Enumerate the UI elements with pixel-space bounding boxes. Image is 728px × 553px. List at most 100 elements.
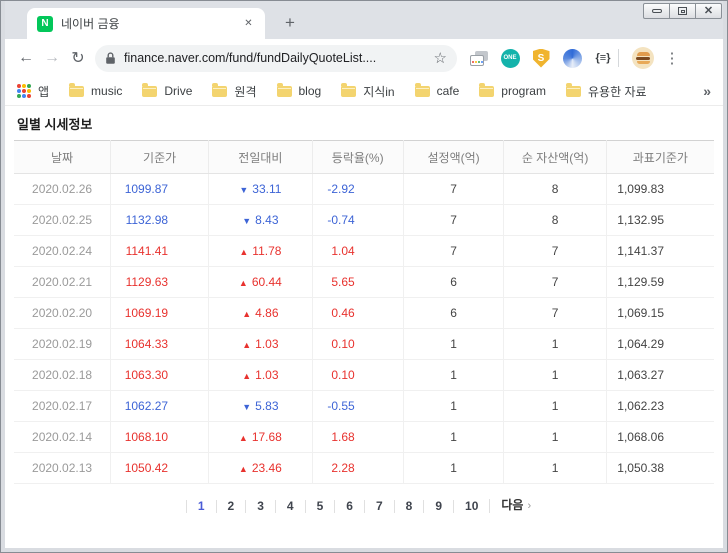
cell-tax-base-price: 1,069.15: [606, 298, 714, 329]
bookmark-label: Drive: [164, 84, 192, 98]
back-button[interactable]: ←: [13, 45, 39, 71]
maximize-button[interactable]: [669, 3, 696, 19]
cell-tax-base-price: 1,099.83: [606, 174, 714, 205]
cell-tax-base-price: 1,129.59: [606, 267, 714, 298]
cell-date: 2020.02.24: [14, 236, 111, 267]
cell-setup-amount: 7: [403, 174, 504, 205]
trend-up-icon: ▲: [242, 340, 251, 350]
column-header: 전일대비: [209, 141, 313, 174]
cell-net-asset: 7: [504, 267, 606, 298]
cell-rate: 2.28: [312, 453, 403, 484]
cell-net-asset: 1: [504, 391, 606, 422]
cell-net-asset: 1: [504, 360, 606, 391]
forward-button[interactable]: →: [39, 45, 65, 71]
lock-icon: [105, 52, 116, 65]
page-button-5[interactable]: 5: [305, 500, 335, 513]
cell-change: ▲23.46: [209, 453, 313, 484]
page-button-8[interactable]: 8: [394, 500, 424, 513]
braces-extension-icon[interactable]: {≡}: [593, 48, 613, 68]
table-row: 2020.02.211129.63▲60.445.65671,129.59: [14, 267, 714, 298]
chrome-menu-icon[interactable]: ⋮: [662, 49, 682, 67]
new-tab-button[interactable]: +: [277, 10, 303, 36]
page-button-2[interactable]: 2: [216, 500, 246, 513]
close-button[interactable]: ✕: [695, 3, 722, 19]
screen-capture-extension-icon[interactable]: [469, 48, 489, 68]
bookmark-star-icon[interactable]: ☆: [434, 49, 447, 67]
cell-date: 2020.02.13: [14, 453, 111, 484]
reload-button[interactable]: ↻: [65, 45, 91, 71]
page-button-7[interactable]: 7: [364, 500, 394, 513]
bookmark-folder[interactable]: cafe: [415, 84, 460, 98]
bookmark-label: 원격: [234, 83, 256, 100]
page-title: 일별 시세정보: [17, 114, 714, 133]
bookmark-folder[interactable]: music: [69, 84, 122, 98]
cell-price: 1141.41: [111, 236, 209, 267]
cell-setup-amount: 1: [403, 391, 504, 422]
cell-price: 1099.87: [111, 174, 209, 205]
tab-close-icon[interactable]: ✕: [240, 15, 257, 32]
table-row: 2020.02.171062.27▼5.83-0.55111,062.23: [14, 391, 714, 422]
cell-date: 2020.02.19: [14, 329, 111, 360]
table-row: 2020.02.191064.33▲1.030.10111,064.29: [14, 329, 714, 360]
cell-rate: 5.65: [312, 267, 403, 298]
one-extension-icon[interactable]: ONE: [500, 48, 520, 68]
cell-tax-base-price: 1,132.95: [606, 205, 714, 236]
folder-icon: [341, 86, 356, 97]
cell-change: ▲11.78: [209, 236, 313, 267]
address-bar[interactable]: finance.naver.com/fund/fundDailyQuoteLis…: [95, 45, 457, 72]
page-button-9[interactable]: 9: [423, 500, 453, 513]
bookmark-folder[interactable]: 지식in: [341, 83, 394, 100]
cell-date: 2020.02.25: [14, 205, 111, 236]
trend-up-icon: ▲: [239, 278, 248, 288]
page-button-1[interactable]: 1: [186, 500, 216, 513]
table-row: 2020.02.261099.87▼33.11-2.92781,099.83: [14, 174, 714, 205]
cell-rate: -2.92: [312, 174, 403, 205]
tab-strip: N 네이버 금융 ✕ + ✕: [5, 1, 723, 39]
browser-window: N 네이버 금융 ✕ + ✕ ← → ↻: [0, 0, 728, 553]
folder-icon: [142, 86, 157, 97]
cell-tax-base-price: 1,050.38: [606, 453, 714, 484]
cell-change: ▼8.43: [209, 205, 313, 236]
cell-change: ▲17.68: [209, 422, 313, 453]
cell-rate: -0.74: [312, 205, 403, 236]
trend-up-icon: ▲: [242, 371, 251, 381]
folder-icon: [212, 86, 227, 97]
cell-rate: 0.10: [312, 329, 403, 360]
bookmark-folder[interactable]: 원격: [212, 83, 256, 100]
cell-date: 2020.02.18: [14, 360, 111, 391]
bookmark-folder[interactable]: blog: [277, 84, 322, 98]
page-button-6[interactable]: 6: [334, 500, 364, 513]
apps-button[interactable]: 앱: [17, 83, 49, 100]
cell-net-asset: 1: [504, 329, 606, 360]
toolbar-divider: [618, 49, 619, 67]
cell-date: 2020.02.17: [14, 391, 111, 422]
folder-icon: [69, 86, 84, 97]
column-header: 기준가: [111, 141, 209, 174]
column-header: 순 자산액(억): [504, 141, 606, 174]
page-button-3[interactable]: 3: [245, 500, 275, 513]
minimize-button[interactable]: [643, 3, 670, 19]
daily-quote-table: 날짜기준가전일대비등락율(%)설정액(억)순 자산액(억)과표기준가 2020.…: [14, 140, 714, 484]
page-button-10[interactable]: 10: [453, 500, 489, 513]
shield-extension-icon[interactable]: S: [531, 48, 551, 68]
tab-naver-finance[interactable]: N 네이버 금융 ✕: [27, 8, 265, 39]
cell-change: ▼33.11: [209, 174, 313, 205]
next-page-button[interactable]: 다음›: [489, 499, 542, 513]
bookmark-label: music: [91, 84, 122, 98]
bookmark-label: program: [501, 84, 546, 98]
bookmark-folder[interactable]: program: [479, 84, 546, 98]
table-row: 2020.02.251132.98▼8.43-0.74781,132.95: [14, 205, 714, 236]
cell-tax-base-price: 1,064.29: [606, 329, 714, 360]
apps-grid-icon: [17, 84, 31, 98]
page-button-4[interactable]: 4: [275, 500, 305, 513]
bookmarks-overflow-button[interactable]: »: [703, 83, 711, 99]
cell-setup-amount: 1: [403, 422, 504, 453]
bookmark-folder[interactable]: 유용한 자료: [566, 83, 647, 100]
bookmark-folder[interactable]: Drive: [142, 84, 192, 98]
swirl-extension-icon[interactable]: [562, 48, 582, 68]
window-controls: ✕: [644, 3, 722, 19]
cell-setup-amount: 1: [403, 360, 504, 391]
cell-net-asset: 1: [504, 453, 606, 484]
cell-rate: -0.55: [312, 391, 403, 422]
profile-avatar[interactable]: [632, 47, 654, 69]
